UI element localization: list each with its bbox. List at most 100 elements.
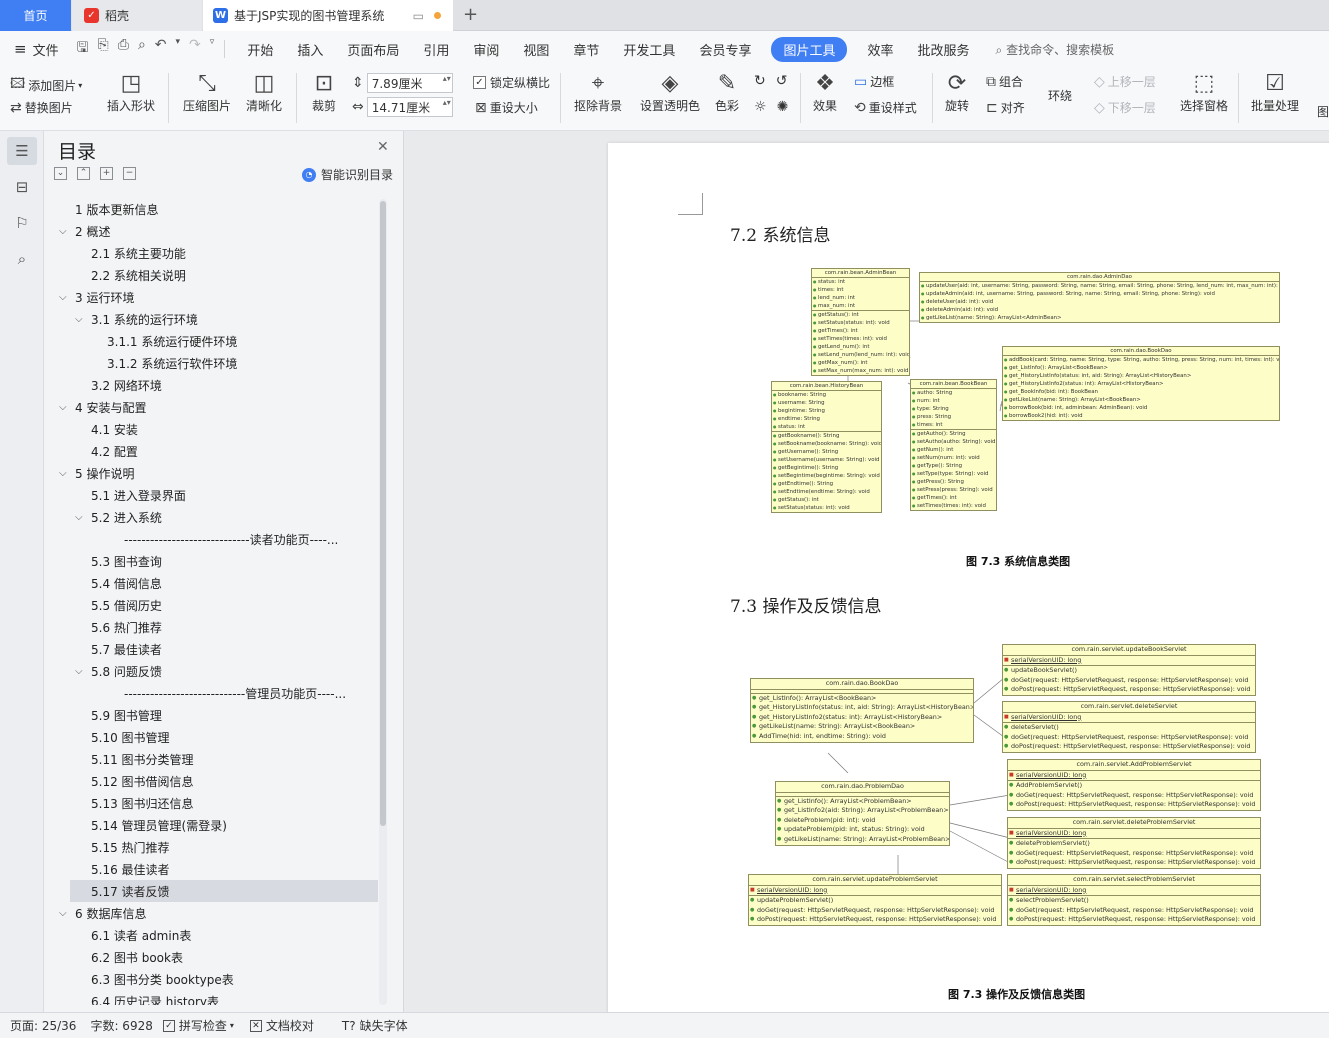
toc-item[interactable]: 1 版本更新信息 bbox=[44, 198, 379, 220]
toc-item[interactable]: ⌵ 3 运行环境 bbox=[44, 286, 379, 308]
menu-tab-10[interactable]: 效率 bbox=[867, 40, 893, 59]
print-icon[interactable]: ⎙ bbox=[118, 37, 129, 61]
print-preview-icon[interactable]: ⌕ bbox=[138, 37, 146, 61]
toc-item[interactable]: -----------------------------读者功能页----..… bbox=[44, 528, 379, 550]
menu-tab-6[interactable]: 章节 bbox=[573, 40, 599, 59]
toc-item[interactable]: 3.1.2 系统运行软件环境 bbox=[44, 352, 379, 374]
brightness-up-icon[interactable]: ☼ bbox=[754, 99, 767, 115]
tab-home[interactable]: 首页 bbox=[0, 0, 71, 31]
missing-font-button[interactable]: T? 缺失字体 bbox=[342, 1017, 408, 1034]
chevron-down-icon[interactable]: ▾ bbox=[176, 37, 181, 61]
chevron-down-icon[interactable]: ⌵ bbox=[59, 908, 67, 919]
send-backward-button[interactable]: ◇ 下移一层 bbox=[1094, 99, 1156, 116]
toc-item[interactable]: 5.7 最佳读者 bbox=[44, 638, 379, 660]
toc-item[interactable]: 5.15 热门推荐 bbox=[44, 836, 379, 858]
page-indicator[interactable]: 页面: 25/36 bbox=[10, 1017, 76, 1034]
menu-tab-3[interactable]: 引用 bbox=[423, 40, 449, 59]
toc-item[interactable]: 2.1 系统主要功能 bbox=[44, 242, 379, 264]
wrap-button[interactable]: 环绕 bbox=[1048, 87, 1072, 104]
batch-process-button[interactable]: ☑ 批量处理 bbox=[1244, 71, 1306, 114]
reset-style-button[interactable]: ⟲ 重设样式 bbox=[854, 99, 917, 116]
toc-item[interactable]: 3.1.1 系统运行硬件环境 bbox=[44, 330, 379, 352]
toc-item[interactable]: ⌵ 5 操作说明 bbox=[44, 462, 379, 484]
toc-item[interactable]: 5.17 读者反馈 bbox=[70, 880, 378, 902]
redo-icon[interactable]: ↷ bbox=[189, 37, 201, 61]
expand-all-icon[interactable]: ⌃ bbox=[77, 167, 90, 180]
toc-item[interactable]: ⌵ 6 数据库信息 bbox=[44, 902, 379, 924]
save-icon[interactable]: 🖫 bbox=[77, 37, 89, 61]
border-button[interactable]: ▭ 边框 bbox=[854, 73, 894, 90]
toc-item[interactable]: 5.12 图书借阅信息 bbox=[44, 770, 379, 792]
toc-item[interactable]: 4.1 安装 bbox=[44, 418, 379, 440]
spell-check-button[interactable]: ✓ 拼写检查 ▾ bbox=[162, 1017, 234, 1034]
toc-item[interactable]: 6.3 图书分类 booktype表 bbox=[44, 968, 379, 990]
compress-image-button[interactable]: ⤡ 压缩图片 bbox=[178, 71, 236, 114]
tab-document[interactable]: W 基于JSP实现的图书管理系统 ▭ bbox=[203, 0, 453, 31]
toc-item[interactable]: ⌵ 2 概述 bbox=[44, 220, 379, 242]
toc-item[interactable]: 5.13 图书归还信息 bbox=[44, 792, 379, 814]
customize-chevron-icon[interactable]: ▿ bbox=[210, 37, 215, 61]
add-image-button[interactable]: 🖾 添加图片 ▾ bbox=[10, 73, 82, 97]
insert-shape-button[interactable]: ◳ 插入形状 bbox=[100, 71, 162, 114]
new-tab-plus-icon[interactable]: + bbox=[463, 4, 478, 25]
menu-tab-4[interactable]: 审阅 bbox=[473, 40, 499, 59]
undo-icon[interactable]: ↶ bbox=[155, 37, 167, 61]
toc-item[interactable]: ⌵ 4 安装与配置 bbox=[44, 396, 379, 418]
add-heading-icon[interactable]: + bbox=[100, 167, 113, 180]
chevron-down-icon[interactable]: ⌵ bbox=[75, 314, 83, 325]
toc-item[interactable]: 6.1 读者 admin表 bbox=[44, 924, 379, 946]
remove-heading-icon[interactable]: − bbox=[123, 167, 136, 180]
search-icon[interactable]: ⌕ bbox=[7, 245, 37, 273]
sharpen-button[interactable]: ◫ 清晰化 bbox=[238, 71, 290, 114]
group-button[interactable]: ⧉ 组合 bbox=[986, 73, 1023, 90]
toc-item[interactable]: 6.2 图书 book表 bbox=[44, 946, 379, 968]
float-window-icon[interactable]: ▭ bbox=[413, 9, 424, 23]
toc-item[interactable]: ⌵ 3.1 系统的运行环境 bbox=[44, 308, 379, 330]
command-search[interactable]: ⌕ 查找命令、搜索模板 bbox=[996, 41, 1115, 58]
close-icon[interactable]: ✕ bbox=[377, 139, 389, 155]
rotate-left-icon[interactable]: ↻ bbox=[754, 73, 766, 89]
chapter-nav-icon[interactable]: ⊟ bbox=[7, 173, 37, 201]
menu-tab-1[interactable]: 插入 bbox=[297, 40, 323, 59]
toc-item[interactable]: 5.5 借阅历史 bbox=[44, 594, 379, 616]
set-transparent-button[interactable]: ◈ 设置透明色 bbox=[636, 71, 704, 114]
toc-item[interactable]: 5.4 借阅信息 bbox=[44, 572, 379, 594]
toc-item[interactable]: 6.4 历史记录 history表 bbox=[44, 990, 379, 1006]
export-pdf-icon[interactable]: ⎘ bbox=[98, 37, 109, 61]
toc-item[interactable]: ⌵ 5.2 进入系统 bbox=[44, 506, 379, 528]
rotate-button[interactable]: ⟳ 旋转 bbox=[938, 71, 976, 114]
toc-item[interactable]: 5.14 管理员管理(需登录) bbox=[44, 814, 379, 836]
toc-panel-icon[interactable]: ☰ bbox=[7, 137, 37, 165]
smart-toc-button[interactable]: ◔ 智能识别目录 bbox=[302, 166, 393, 183]
file-menu[interactable]: ≡ 文件 bbox=[14, 40, 59, 59]
height-input[interactable]: 14.71厘米 bbox=[366, 97, 453, 117]
menu-tab-7[interactable]: 开发工具 bbox=[623, 40, 675, 59]
menu-tab-9[interactable]: 图片工具 bbox=[771, 36, 848, 62]
word-count[interactable]: 字数: 6928 bbox=[90, 1017, 152, 1034]
toc-item[interactable]: 2.2 系统相关说明 bbox=[44, 264, 379, 286]
toc-item[interactable]: 5.11 图书分类管理 bbox=[44, 748, 379, 770]
toc-item[interactable]: 5.16 最佳读者 bbox=[44, 858, 379, 880]
remove-background-button[interactable]: ⌖ 抠除背景 bbox=[568, 71, 628, 114]
menu-tab-8[interactable]: 会员专享 bbox=[699, 40, 751, 59]
document-page[interactable]: 7.2 系统信息 com.rain.bean.AdminBeanst bbox=[608, 143, 1329, 1012]
chevron-down-icon[interactable]: ⌵ bbox=[75, 666, 83, 677]
bookmark-icon[interactable]: ⚐ bbox=[7, 209, 37, 237]
selection-pane-button[interactable]: ⬚ 选择窗格 bbox=[1176, 71, 1232, 114]
width-input[interactable]: 7.89厘米 bbox=[366, 73, 453, 93]
bring-forward-button[interactable]: ◇ 上移一层 bbox=[1094, 73, 1156, 90]
chevron-down-icon[interactable]: ⌵ bbox=[59, 468, 67, 479]
toc-item[interactable]: 5.3 图书查询 bbox=[44, 550, 379, 572]
proofread-button[interactable]: ✕ 文档校对 bbox=[249, 1017, 314, 1034]
toc-item[interactable]: ⌵ 5.8 问题反馈 bbox=[44, 660, 379, 682]
document-area[interactable]: 7.2 系统信息 com.rain.bean.AdminBeanst bbox=[404, 131, 1329, 1012]
align-button[interactable]: ⊏ 对齐 bbox=[986, 99, 1025, 116]
chevron-down-icon[interactable]: ⌵ bbox=[59, 226, 67, 237]
chevron-down-icon[interactable]: ⌵ bbox=[59, 402, 67, 413]
more-picture-button[interactable]: 图 bbox=[1317, 103, 1329, 120]
reset-size-button[interactable]: ⊠ 重设大小 bbox=[475, 99, 538, 116]
effects-button[interactable]: ❖ 效果 bbox=[806, 71, 844, 114]
crop-button[interactable]: ⊡ 裁剪 bbox=[304, 71, 344, 114]
toc-item[interactable]: 5.6 热门推荐 bbox=[44, 616, 379, 638]
tab-daoke[interactable]: ✓ 稻壳 bbox=[72, 0, 202, 31]
